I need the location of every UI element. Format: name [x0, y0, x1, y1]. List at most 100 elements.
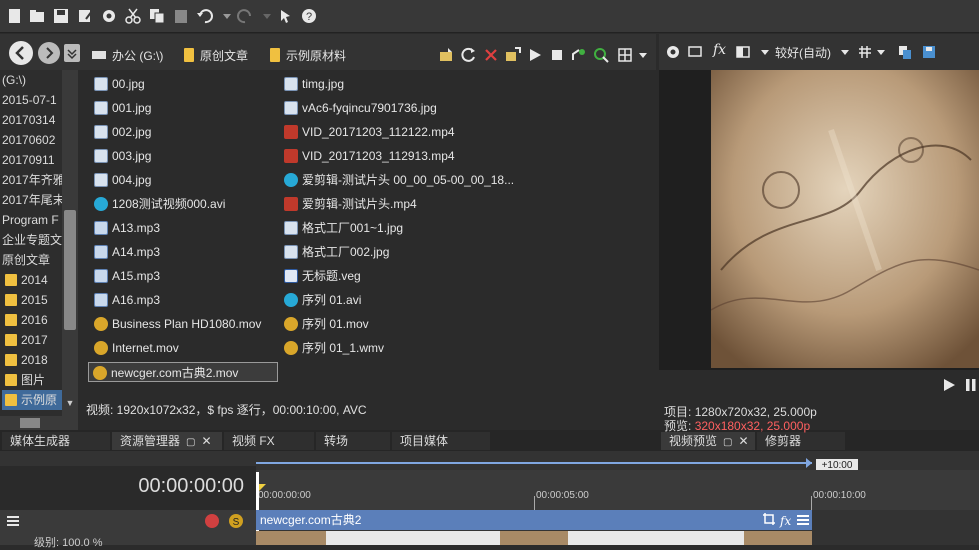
file-item[interactable]: 无标题.veg — [284, 266, 361, 286]
tab-project-media[interactable]: 项目媒体 — [392, 432, 490, 450]
redo-dropdown-icon[interactable] — [258, 7, 276, 25]
tab-transitions[interactable]: 转场 — [316, 432, 390, 450]
tree-item[interactable]: 2014 — [2, 270, 48, 290]
file-item[interactable]: 序列 01.avi — [284, 290, 361, 310]
undo-icon[interactable] — [196, 7, 214, 25]
search-icon[interactable] — [592, 46, 610, 64]
redo-icon[interactable] — [236, 7, 254, 25]
new-file-icon[interactable] — [6, 7, 24, 25]
file-item[interactable]: A14.mp3 — [94, 242, 160, 262]
forward-button[interactable] — [38, 42, 60, 64]
auto-preview-icon[interactable] — [570, 46, 588, 64]
file-item[interactable]: Internet.mov — [94, 338, 179, 358]
save-snapshot-icon[interactable] — [921, 44, 937, 60]
tree-item[interactable]: 20170602 — [2, 130, 55, 150]
play-icon[interactable] — [526, 46, 544, 64]
tree-hscrollbar[interactable] — [0, 416, 78, 430]
tree-item[interactable]: 2017 — [2, 330, 48, 350]
tree-item[interactable]: 2018 — [2, 350, 48, 370]
overlays-icon[interactable] — [857, 44, 873, 60]
loop-region-bar[interactable] — [256, 458, 814, 468]
fx-icon[interactable]: fx — [780, 511, 791, 531]
tab-trimmer[interactable]: 修剪器 — [757, 432, 845, 450]
tree-item[interactable]: 2015 — [2, 290, 48, 310]
pause-icon[interactable] — [963, 377, 979, 393]
tree-item[interactable]: Program F — [2, 210, 59, 230]
close-icon[interactable]: ✕ — [738, 434, 748, 448]
file-item[interactable]: vAc6-fyqincu7901736.jpg — [284, 98, 437, 118]
file-item[interactable]: 004.jpg — [94, 170, 151, 190]
tab-video-fx[interactable]: 视频 FX — [224, 432, 314, 450]
tab-media-generators[interactable]: 媒体生成器 — [2, 432, 110, 450]
file-item[interactable]: 格式工厂002.jpg — [284, 242, 389, 262]
file-item[interactable]: A15.mp3 — [94, 266, 160, 286]
scroll-down-arrow-icon[interactable]: ▼ — [64, 398, 76, 414]
help-icon[interactable]: ? — [300, 7, 318, 25]
undo-dropdown-icon[interactable] — [218, 7, 236, 25]
file-item[interactable]: newcger.com古典2.mov — [88, 362, 278, 382]
add-to-project-icon[interactable] — [504, 46, 522, 64]
up-folder-icon[interactable] — [438, 46, 456, 64]
play-icon[interactable] — [941, 377, 957, 393]
file-item[interactable]: 002.jpg — [94, 122, 151, 142]
file-item[interactable]: A13.mp3 — [94, 218, 160, 238]
tree-item[interactable]: 2017年齐雅 — [2, 170, 62, 190]
tab-video-preview[interactable]: 视频预览 ▢ ✕ — [661, 432, 755, 450]
maximize-icon[interactable]: ▢ — [723, 437, 732, 448]
menu-icon[interactable] — [796, 513, 810, 527]
tree-item[interactable]: 2017年尾末 — [2, 190, 62, 210]
tree-scroll-thumb[interactable] — [64, 210, 76, 330]
tree-scrollbar[interactable]: ▼ — [62, 70, 78, 416]
tree-hscroll-thumb[interactable] — [20, 418, 40, 428]
overlays-dropdown-icon[interactable] — [875, 44, 887, 60]
refresh-icon[interactable] — [460, 46, 478, 64]
tree-item[interactable]: 2016 — [2, 310, 48, 330]
file-item[interactable]: 1208测试视频000.avi — [94, 194, 225, 214]
quality-select[interactable]: 较好(自动) — [775, 44, 831, 61]
solo-icon[interactable]: S — [228, 513, 244, 529]
file-item[interactable]: 00.jpg — [94, 74, 145, 94]
file-item[interactable]: 003.jpg — [94, 146, 151, 166]
cut-icon[interactable] — [124, 7, 142, 25]
timeline-clip[interactable]: newcger.com古典2 fx — [256, 510, 812, 530]
file-item[interactable]: 爱剪辑-测试片头 00_00_05-00_00_18... — [284, 170, 514, 190]
tree-item[interactable]: 20170314 — [2, 110, 55, 130]
delete-icon[interactable] — [482, 46, 500, 64]
file-item[interactable]: 格式工厂001~1.jpg — [284, 218, 403, 238]
stop-icon[interactable] — [548, 46, 566, 64]
breadcrumb-folder-2[interactable]: 示例原材料 — [270, 48, 346, 64]
properties-icon[interactable] — [76, 7, 94, 25]
external-monitor-icon[interactable] — [687, 44, 703, 60]
tree-item[interactable]: (G:\) — [2, 70, 26, 90]
tree-item[interactable]: 2015-07-1 — [2, 90, 57, 110]
paste-icon[interactable] — [172, 7, 190, 25]
menu-icon[interactable] — [6, 514, 20, 528]
file-item[interactable]: 爱剪辑-测试片头.mp4 — [284, 194, 417, 214]
file-item[interactable]: VID_20171203_112122.mp4 — [284, 122, 455, 142]
tree-item[interactable]: 20170911 — [2, 150, 55, 170]
history-dropdown-button[interactable] — [64, 44, 80, 62]
quality-dropdown-icon[interactable] — [839, 44, 851, 60]
breadcrumb-folder-1[interactable]: 原创文章 — [184, 48, 248, 64]
close-icon[interactable]: ✕ — [201, 434, 211, 448]
tree-item[interactable]: 图片 — [2, 370, 45, 390]
back-button[interactable] — [9, 41, 33, 65]
open-folder-icon[interactable] — [28, 7, 46, 25]
file-item[interactable]: 序列 01_1.wmv — [284, 338, 384, 358]
tab-explorer[interactable]: 资源管理器 ▢ ✕ — [112, 432, 222, 450]
file-item[interactable]: 001.jpg — [94, 98, 151, 118]
fx-icon[interactable]: fx — [713, 42, 726, 58]
file-item[interactable]: 序列 01.mov — [284, 314, 369, 334]
help-pointer-icon[interactable] — [278, 7, 296, 25]
file-item[interactable]: Business Plan HD1080.mov — [94, 314, 261, 334]
file-item[interactable]: timg.jpg — [284, 74, 344, 94]
settings-icon[interactable] — [100, 7, 118, 25]
timeline-ruler[interactable]: 00:00:00:00 00:00:05:00 00:00:10:00 — [256, 470, 979, 510]
settings-icon[interactable] — [665, 44, 681, 60]
tree-item[interactable]: 原创文章 — [2, 250, 50, 270]
file-item[interactable]: A16.mp3 — [94, 290, 160, 310]
view-dropdown-icon[interactable] — [634, 46, 652, 64]
split-screen-icon[interactable] — [735, 44, 751, 60]
mute-icon[interactable] — [204, 513, 220, 529]
crop-icon[interactable] — [762, 512, 776, 526]
